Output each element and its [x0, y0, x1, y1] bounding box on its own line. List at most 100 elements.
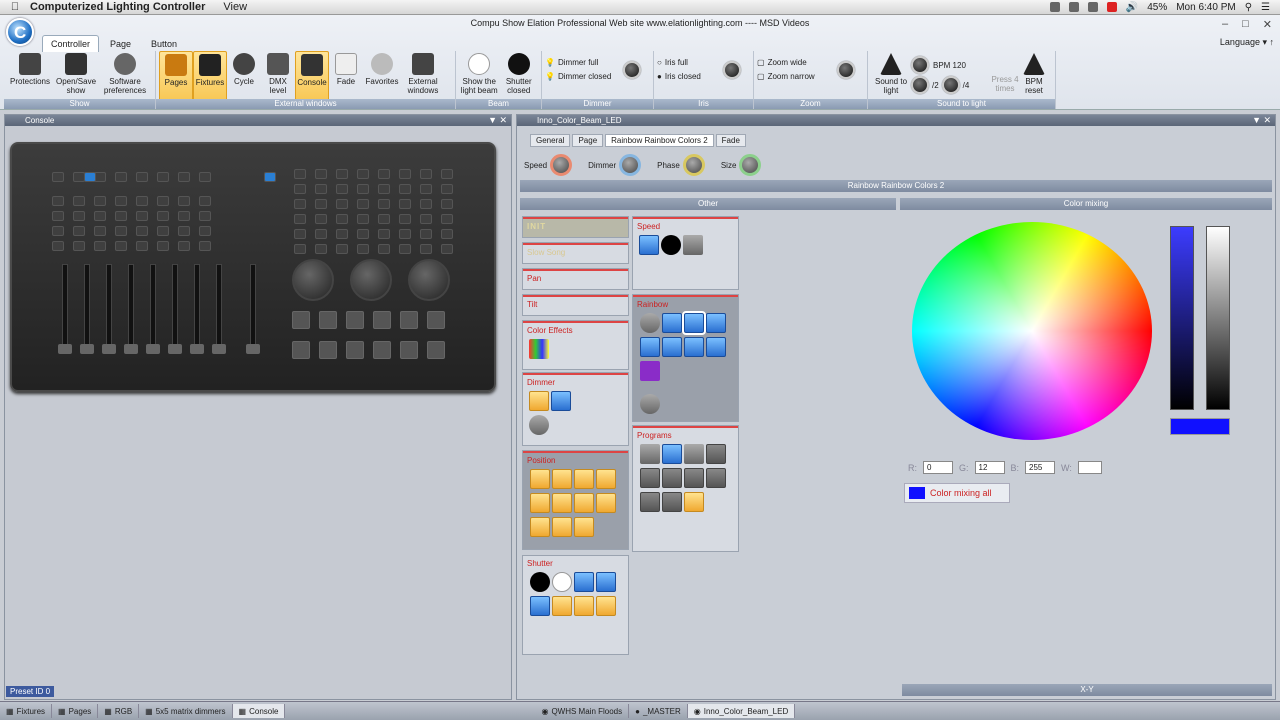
- list-icon[interactable]: ☰: [1261, 2, 1270, 13]
- status-tab-fixture[interactable]: ◉ Inno_Color_Beam_LED: [687, 704, 796, 718]
- board-button[interactable]: [115, 196, 127, 206]
- board-button[interactable]: [378, 184, 390, 194]
- slow-song-box[interactable]: Slow Song: [522, 242, 629, 264]
- board-button[interactable]: [115, 211, 127, 221]
- board-button[interactable]: [336, 199, 348, 209]
- rainbow-color-icon[interactable]: [706, 337, 726, 357]
- board-button[interactable]: [136, 211, 148, 221]
- board-button[interactable]: [441, 244, 453, 254]
- board-button[interactable]: [378, 169, 390, 179]
- fader-cap[interactable]: [190, 344, 204, 354]
- iris-closed-button[interactable]: ● Iris closed: [657, 69, 723, 83]
- channel-fader[interactable]: [216, 264, 222, 354]
- color-mixing-all-button[interactable]: Color mixing all: [904, 483, 1010, 503]
- board-button[interactable]: [399, 244, 411, 254]
- tab-general[interactable]: General: [530, 134, 571, 147]
- encoder-knob[interactable]: [408, 259, 450, 301]
- speed-icon[interactable]: [683, 235, 703, 255]
- pad-button[interactable]: [373, 341, 391, 359]
- color-wheel[interactable]: [912, 222, 1152, 440]
- program-icon[interactable]: [662, 468, 682, 488]
- board-button[interactable]: [420, 229, 432, 239]
- bpm-knob[interactable]: [911, 56, 929, 74]
- zoom-narrow-button[interactable]: ▢ Zoom narrow: [757, 69, 837, 83]
- board-button[interactable]: [94, 241, 106, 251]
- position-icon[interactable]: [596, 469, 616, 489]
- board-button[interactable]: [357, 229, 369, 239]
- zoom-wide-button[interactable]: ▢ Zoom wide: [757, 55, 837, 69]
- pad-button[interactable]: [373, 311, 391, 329]
- speed-knob[interactable]: [550, 154, 573, 176]
- rainbow-color-icon[interactable]: [640, 337, 660, 357]
- rainbow-color-icon[interactable]: [682, 311, 706, 335]
- pad-button[interactable]: [427, 311, 445, 329]
- w-input[interactable]: [1077, 461, 1102, 474]
- init-box[interactable]: INIT: [522, 216, 629, 238]
- board-button[interactable]: [94, 196, 106, 206]
- speed-icon[interactable]: [639, 235, 659, 255]
- board-button[interactable]: [336, 169, 348, 179]
- color-intensity-bar[interactable]: [1170, 226, 1194, 410]
- iris-knob[interactable]: [723, 61, 741, 79]
- board-button[interactable]: [441, 184, 453, 194]
- app-menu[interactable]: Computerized Lighting Controller: [30, 1, 205, 13]
- board-button[interactable]: [399, 169, 411, 179]
- g-input[interactable]: 12: [974, 461, 1005, 474]
- zoom-knob[interactable]: [837, 61, 855, 79]
- board-button[interactable]: [336, 244, 348, 254]
- channel-fader[interactable]: [150, 264, 156, 354]
- white-intensity-bar[interactable]: [1206, 226, 1230, 410]
- program-icon[interactable]: [706, 444, 726, 464]
- channel-fader[interactable]: [172, 264, 178, 354]
- board-button[interactable]: [378, 199, 390, 209]
- tab-page[interactable]: Page: [572, 134, 604, 147]
- board-button[interactable]: [378, 214, 390, 224]
- position-icon[interactable]: [574, 517, 594, 537]
- board-button[interactable]: [399, 184, 411, 194]
- board-button[interactable]: [115, 241, 127, 251]
- board-button[interactable]: [378, 244, 390, 254]
- channel-fader[interactable]: [194, 264, 200, 354]
- pad-button[interactable]: [400, 341, 418, 359]
- board-button[interactable]: [157, 211, 169, 221]
- board-button[interactable]: [73, 196, 85, 206]
- pad-button[interactable]: [400, 311, 418, 329]
- wifi-icon[interactable]: [1087, 2, 1098, 12]
- channel-fader[interactable]: [128, 264, 134, 354]
- strobe-icon[interactable]: [574, 572, 594, 592]
- program-icon[interactable]: [640, 444, 660, 464]
- board-button[interactable]: [315, 244, 327, 254]
- console-close-icon[interactable]: ✕: [499, 115, 507, 126]
- phase-knob[interactable]: [682, 154, 705, 176]
- board-button[interactable]: [357, 184, 369, 194]
- pin-icon[interactable]: ▼: [488, 115, 497, 125]
- board-button[interactable]: [315, 169, 327, 179]
- program-icon[interactable]: [640, 468, 660, 488]
- size-knob[interactable]: [739, 154, 762, 176]
- program-icon[interactable]: [684, 492, 704, 512]
- position-icon[interactable]: [574, 469, 594, 489]
- fader-cap[interactable]: [80, 344, 94, 354]
- board-button[interactable]: [357, 214, 369, 224]
- status-tab-console[interactable]: ▦ Console: [232, 704, 286, 718]
- pad-button[interactable]: [292, 311, 310, 329]
- board-button[interactable]: [315, 184, 327, 194]
- board-button[interactable]: [94, 226, 106, 236]
- board-button[interactable]: [294, 229, 306, 239]
- fixture-pin-icon[interactable]: ▼: [1252, 115, 1261, 125]
- view-menu[interactable]: View: [223, 1, 247, 13]
- board-button[interactable]: [73, 226, 85, 236]
- board-button[interactable]: [357, 199, 369, 209]
- board-button[interactable]: [441, 214, 453, 224]
- pad-button[interactable]: [346, 311, 364, 329]
- spotlight-icon[interactable]: ⚲: [1245, 2, 1252, 13]
- dimmer-closed-button[interactable]: 💡 Dimmer closed: [545, 69, 623, 83]
- channel-fader[interactable]: [106, 264, 112, 354]
- board-button[interactable]: [115, 172, 127, 182]
- status-tab-qwhs[interactable]: ◉ QWHS Main Floods: [535, 704, 630, 718]
- rainbow-color-icon[interactable]: [706, 313, 726, 333]
- rainbow-color-icon[interactable]: [662, 313, 682, 333]
- board-button[interactable]: [420, 214, 432, 224]
- pad-button[interactable]: [346, 341, 364, 359]
- status-tab-matrix[interactable]: ▦ 5x5 matrix dimmers: [139, 704, 233, 718]
